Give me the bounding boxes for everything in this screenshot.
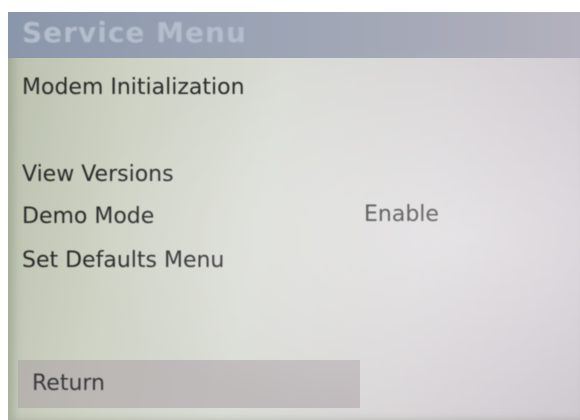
demo-mode-value[interactable]: Enable: [364, 202, 439, 227]
return-button[interactable]: Return: [18, 360, 360, 408]
title-bar: Service Menu: [8, 12, 580, 58]
page-title: Service Menu: [22, 16, 247, 49]
menu-item-view-versions[interactable]: View Versions: [22, 162, 174, 187]
menu-item-demo-mode[interactable]: Demo Mode: [22, 204, 154, 229]
menu-item-set-defaults[interactable]: Set Defaults Menu: [22, 248, 224, 273]
service-menu-screen: Service Menu Modem Initialization View V…: [8, 12, 580, 420]
return-label: Return: [32, 371, 106, 396]
menu-item-modem-initialization[interactable]: Modem Initialization: [22, 75, 245, 100]
